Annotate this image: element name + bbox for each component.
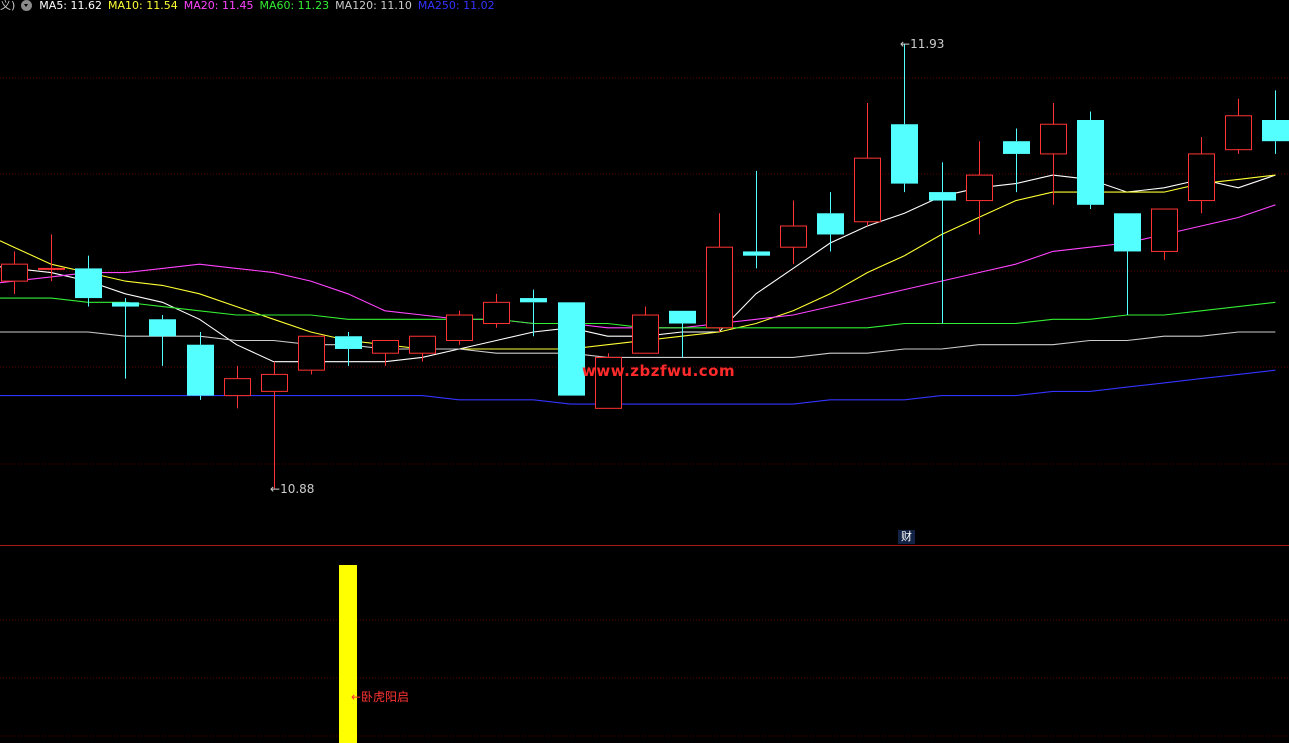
candle-body-down[interactable] [669,310,696,324]
signal-label: ←卧虎阳启 [351,690,410,704]
candle-body-down[interactable] [743,251,770,256]
low-price-value: 10.88 [280,482,315,496]
candle-body-up[interactable] [261,373,288,392]
candle-body-up[interactable] [966,174,993,202]
ma-legend-items: MA5: 11.62 MA10: 11.54 MA20: 11.45 MA60: 11… [39,0,500,12]
candle-body-up[interactable] [372,339,399,354]
candle-body-up[interactable] [38,267,65,270]
candle-body-up[interactable] [780,225,807,248]
indicator-signal-bar[interactable] [339,565,357,743]
candle-body-down[interactable] [817,213,844,235]
candle-body-down[interactable] [112,302,139,307]
ma-legend-item[interactable]: MA250: 11.02 [418,0,495,12]
candle-body-up[interactable] [1225,115,1252,151]
candle-body-up[interactable] [706,246,733,329]
candle-body-down[interactable] [149,319,176,337]
candle-body-up[interactable] [1151,208,1178,252]
candle-body-up[interactable] [854,157,881,223]
candle-body-down[interactable] [891,124,918,184]
candle-body-down[interactable] [75,268,102,299]
chevron-down-icon[interactable] [20,0,32,11]
candle-body-down[interactable] [335,336,362,349]
ma-legend-item[interactable]: MA120: 11.10 [335,0,412,12]
candle-body-up[interactable] [298,335,325,371]
candle-body-down[interactable] [187,344,214,396]
watermark-text: www.zbzfwu.com [582,362,736,380]
arrow-left-icon: ← [900,37,911,51]
candle-body-up[interactable] [632,314,659,354]
ma-legend: 义) MA5: 11.62 MA10: 11.54 MA20: 11.45 MA60:… [0,0,501,13]
candle-body-down[interactable] [1262,120,1289,142]
high-price-value: 11.93 [910,37,945,51]
candle-body-down[interactable] [929,192,956,201]
candle-body-up[interactable] [1,263,28,282]
candle-body-down[interactable] [1003,141,1030,154]
arrow-left-icon: ← [270,482,281,496]
high-price-label: ←11.93 [900,37,944,51]
indicator-name-text: 义) [0,0,16,12]
low-price-label: ←10.88 [270,482,314,496]
candle-body-up[interactable] [446,314,473,341]
ma-legend-item[interactable]: MA20: 11.45 [184,0,254,12]
candle-body-down[interactable] [1114,213,1141,252]
candle-body-up[interactable] [483,301,510,325]
candle-body-up[interactable] [409,335,436,354]
candle-body-down[interactable] [1077,120,1104,205]
finance-badge[interactable]: 财 [898,530,915,544]
ma-legend-item[interactable]: MA60: 11.23 [259,0,329,12]
candle-body-up[interactable] [224,378,251,397]
ma-legend-item[interactable]: MA5: 11.62 [39,0,102,12]
candle-body-down[interactable] [558,302,585,396]
candle-body-down[interactable] [520,298,547,303]
candle-body-up[interactable] [1040,123,1067,155]
ma-legend-item[interactable]: MA10: 11.54 [108,0,178,12]
candle-body-up[interactable] [1188,153,1215,202]
